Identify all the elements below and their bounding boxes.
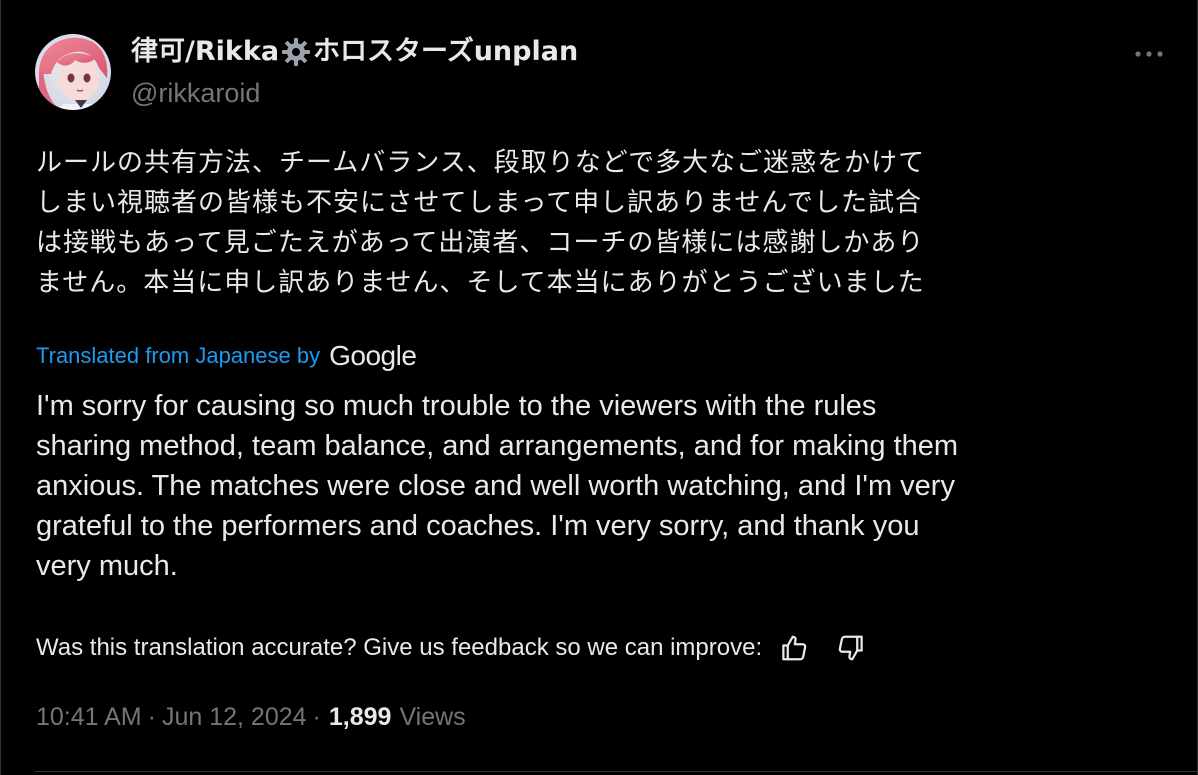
author-block: 律可/Rikka ホロスターズunplan @rikkaroid [131,34,578,110]
translated-line: I'm sorry for causing so much trouble to… [36,390,877,422]
tweet-detail: 律可/Rikka ホロスターズunplan @rikkaroid ルールの共有方… [0,0,1198,775]
meta-separator: · [147,703,156,731]
meta-separator: · [312,703,321,731]
gear-icon [281,37,311,67]
thumbs-up-button[interactable] [778,632,810,664]
tweet-line: ルールの共有方法、チームバランス、段取りなどで多大なご迷惑をかけて [36,148,926,178]
display-name-primary: 律可/Rikka [131,36,280,67]
translated-line: grateful to the performers and coaches. … [36,510,920,542]
views-count: 1,899 [328,703,392,731]
display-name-secondary: ホロスターズunplan [313,36,579,67]
translation-feedback: Was this translation accurate? Give us f… [36,632,867,664]
translation-attribution: Translated from Japanese by Google [36,340,417,372]
display-name[interactable]: 律可/Rikka ホロスターズunplan [131,34,578,70]
user-handle[interactable]: @rikkaroid [131,76,578,110]
translated-line: sharing method, team balance, and arrang… [36,430,959,462]
avatar[interactable] [35,34,111,110]
more-button[interactable] [1129,38,1169,70]
tweet-meta: 10:41 AM · Jun 12, 2024 · 1,899 Views [36,703,466,732]
tweet-text-original: ルールの共有方法、チームバランス、段取りなどで多大なご迷惑をかけて しまい視聴者… [36,143,1171,303]
divider [35,771,1197,772]
tweet-line: しまい視聴者の皆様も不安にさせてしまって申し訳ありませんでした試合 [36,188,923,218]
tweet-line: ません。本当に申し訳ありません、そして本当にありがとうございました [36,268,925,298]
translated-line: anxious. The matches were close and well… [36,470,955,502]
views-label: Views [399,703,466,731]
tweet-line: は接戦もあって見ごたえがあって出演者、コーチの皆様には感謝しかあり [36,228,925,258]
google-logo: Google [329,340,417,371]
feedback-question: Was this translation accurate? Give us f… [36,634,763,661]
translated-line: very much. [36,550,178,582]
tweet-date[interactable]: Jun 12, 2024 [162,703,307,732]
thumbs-down-button[interactable] [835,632,867,664]
thumbs-down-icon [838,635,863,661]
thumbs-up-icon [782,635,807,661]
translated-from-link[interactable]: Translated from Japanese by [36,343,320,369]
more-icon [1135,51,1163,57]
tweet-text-translated: I'm sorry for causing so much trouble to… [36,386,1176,586]
tweet-time[interactable]: 10:41 AM [36,703,142,732]
